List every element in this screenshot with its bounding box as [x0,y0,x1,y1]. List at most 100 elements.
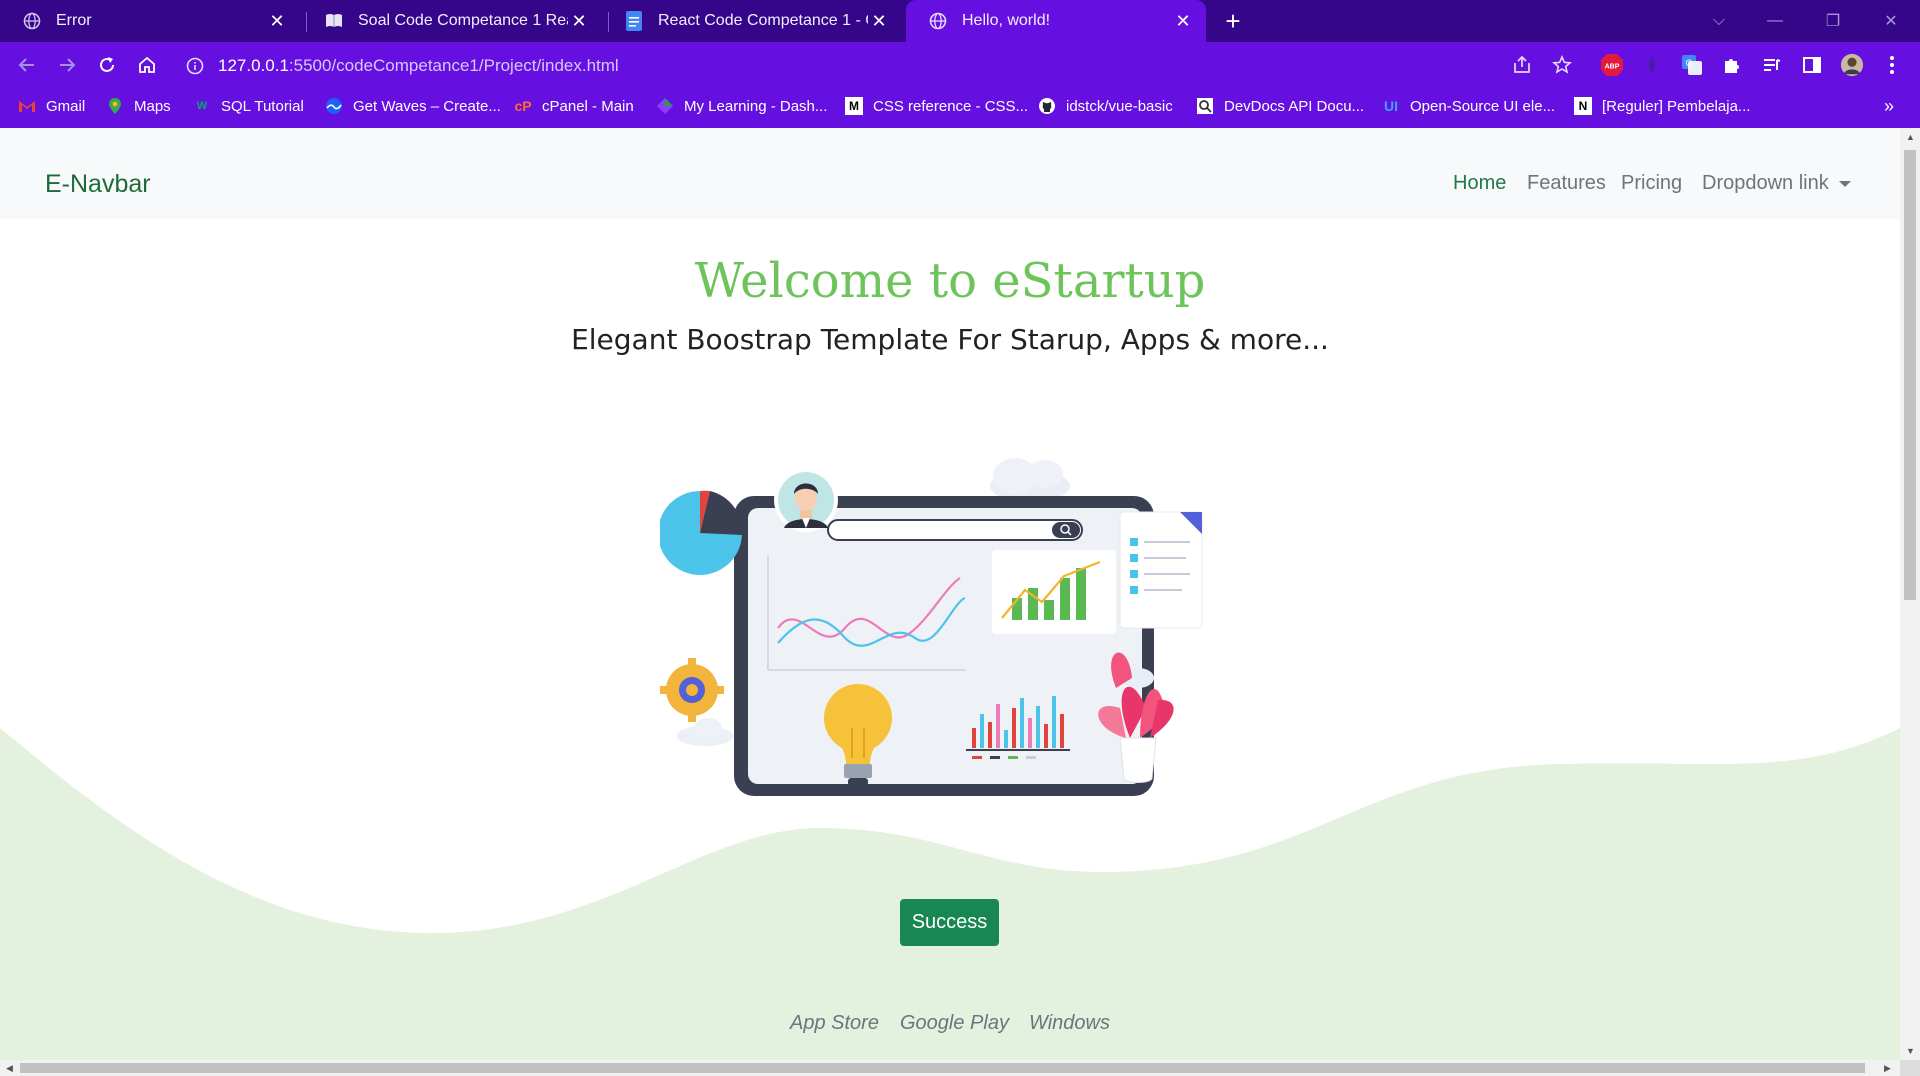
search-bar-illustration [827,519,1083,541]
vertical-scroll-thumb[interactable] [1904,150,1916,600]
github-icon [1038,97,1056,115]
bookmark-sql-tutorial[interactable]: W SQL Tutorial [193,88,304,124]
translate-icon[interactable]: G [1680,53,1704,77]
close-icon[interactable]: ✕ [868,10,890,32]
close-window-button[interactable]: ✕ [1868,6,1914,36]
restore-button[interactable]: ❐ [1810,6,1856,36]
learning-icon [656,97,674,115]
bookmark-devdocs[interactable]: DevDocs API Docu... [1196,88,1364,124]
tab-soal-code[interactable]: Soal Code Competance 1 React ✕ [302,0,602,42]
tab-title: Error [56,12,92,29]
cpanel-icon: cP [514,98,532,114]
bookmark-label: Get Waves – Create... [353,97,501,115]
nav-link-features[interactable]: Features [1527,172,1606,195]
adblock-icon[interactable]: ABP [1600,53,1624,77]
address-bar[interactable]: 127.0.0.1:5500/codeCompetance1/Project/i… [178,49,1578,83]
avatar[interactable] [1840,53,1864,77]
reload-button[interactable] [92,50,122,80]
bookmark-label: Open-Source UI ele... [1410,97,1556,115]
bookmark-reguler-pembelajaran[interactable]: N [Reguler] Pembelaja... [1574,88,1750,124]
tab-error[interactable]: Error ✕ [0,0,300,42]
waves-icon [325,97,343,115]
minimize-button[interactable]: — [1752,6,1798,36]
scrollbar-corner [1900,1060,1920,1076]
bookmarks-bar: Gmail Maps W SQL Tutorial Get Waves – Cr… [0,88,1920,128]
close-icon[interactable]: ✕ [1172,10,1194,32]
bookmark-open-source-ui[interactable]: UI Open-Source UI ele... [1382,88,1555,124]
side-panel-icon[interactable] [1800,53,1824,77]
bookmark-get-waves[interactable]: Get Waves – Create... [325,88,501,124]
scroll-down-icon[interactable]: ▼ [1906,1046,1915,1056]
arrow-left-icon [18,58,34,72]
bookmark-label: cPanel - Main [542,97,634,115]
home-icon [139,56,155,73]
scroll-right-icon[interactable]: ▶ [1884,1063,1891,1074]
url-path: :5500/codeCompetance1/Project/index.html [288,56,619,75]
navbar-brand[interactable]: E-Navbar [45,170,151,199]
w3schools-icon: W [196,100,208,112]
reload-icon [100,57,114,72]
scroll-up-icon[interactable]: ▲ [1906,132,1915,142]
cloud-icon [990,458,1070,502]
app-store-link[interactable]: App Store [790,1012,879,1035]
bookmark-css-reference[interactable]: M CSS reference - CSS... [845,88,1028,124]
tab-react-doc[interactable]: React Code Competance 1 - Goo ✕ [602,0,902,42]
extension-dark-icon[interactable] [1640,53,1664,77]
book-icon [324,11,344,31]
arrow-right-icon [60,58,76,72]
hero-subtitle: Elegant Boostrap Template For Starup, Ap… [571,323,1329,356]
nav-link-home[interactable]: Home [1453,172,1506,195]
bookmark-star-icon[interactable] [1550,53,1574,77]
vertical-scrollbar[interactable]: ▲ ▼ [1900,128,1920,1060]
google-play-link[interactable]: Google Play [900,1012,1009,1035]
bookmark-label: My Learning - Dash... [684,97,828,115]
kebab-menu-icon[interactable] [1880,53,1904,77]
tab-hello-world[interactable]: Hello, world! ✕ [906,0,1206,42]
notion-icon: N [1574,97,1592,115]
horizontal-scroll-thumb[interactable] [20,1063,1865,1073]
docs-icon [624,11,644,31]
tab-title: Hello, world! [962,12,1051,29]
caret-down-icon [1838,180,1851,187]
new-tab-button[interactable]: + [1218,6,1248,36]
bookmark-maps[interactable]: Maps [106,88,171,124]
maps-icon [106,97,124,115]
bookmark-label: Gmail [46,97,86,115]
hero-illustration [660,458,1203,796]
bookmark-my-learning[interactable]: My Learning - Dash... [656,88,827,124]
bookmark-label: CSS reference - CSS... [873,97,1029,115]
bookmark-label: SQL Tutorial [221,97,304,115]
info-icon [186,57,204,75]
horizontal-scrollbar[interactable]: ◀ ▶ [0,1060,1900,1076]
url-host: 127.0.0.1 [218,56,289,75]
bookmark-vue-basic[interactable]: idstck/vue-basic [1038,88,1173,124]
nav-dropdown-link[interactable]: Dropdown link [1702,172,1851,195]
ui-icon: UI [1384,98,1398,114]
close-icon[interactable]: ✕ [568,10,590,32]
globe-icon [928,11,948,31]
globe-icon [22,11,42,31]
gmail-icon [18,97,36,115]
tab-title: Soal Code Competance 1 React [358,12,568,29]
nav-link-pricing[interactable]: Pricing [1621,172,1682,195]
media-queue-icon[interactable] [1760,53,1784,77]
puzzle-icon[interactable] [1720,53,1744,77]
windows-link[interactable]: Windows [1029,1012,1110,1035]
close-icon[interactable]: ✕ [266,10,288,32]
bookmark-cpanel[interactable]: cP cPanel - Main [514,88,634,124]
forward-button[interactable] [52,50,82,80]
bookmark-gmail[interactable]: Gmail [18,88,85,124]
browser-toolbar: 127.0.0.1:5500/codeCompetance1/Project/i… [0,42,1920,88]
page-viewport: E-Navbar Home Features Pricing Dropdown … [0,128,1900,1060]
success-button[interactable]: Success [900,899,999,946]
tab-search-icon[interactable]: ⌵ [1696,6,1742,36]
bookmark-overflow-icon[interactable]: » [1884,88,1894,124]
svg-text:G: G [1685,58,1692,68]
bookmark-label: idstck/vue-basic [1066,97,1173,115]
nav-dropdown-label: Dropdown link [1702,172,1829,194]
back-button[interactable] [12,50,42,80]
share-icon[interactable] [1510,53,1534,77]
scroll-left-icon[interactable]: ◀ [6,1063,13,1074]
home-button[interactable] [132,50,162,80]
svg-text:ABP: ABP [1605,64,1620,71]
